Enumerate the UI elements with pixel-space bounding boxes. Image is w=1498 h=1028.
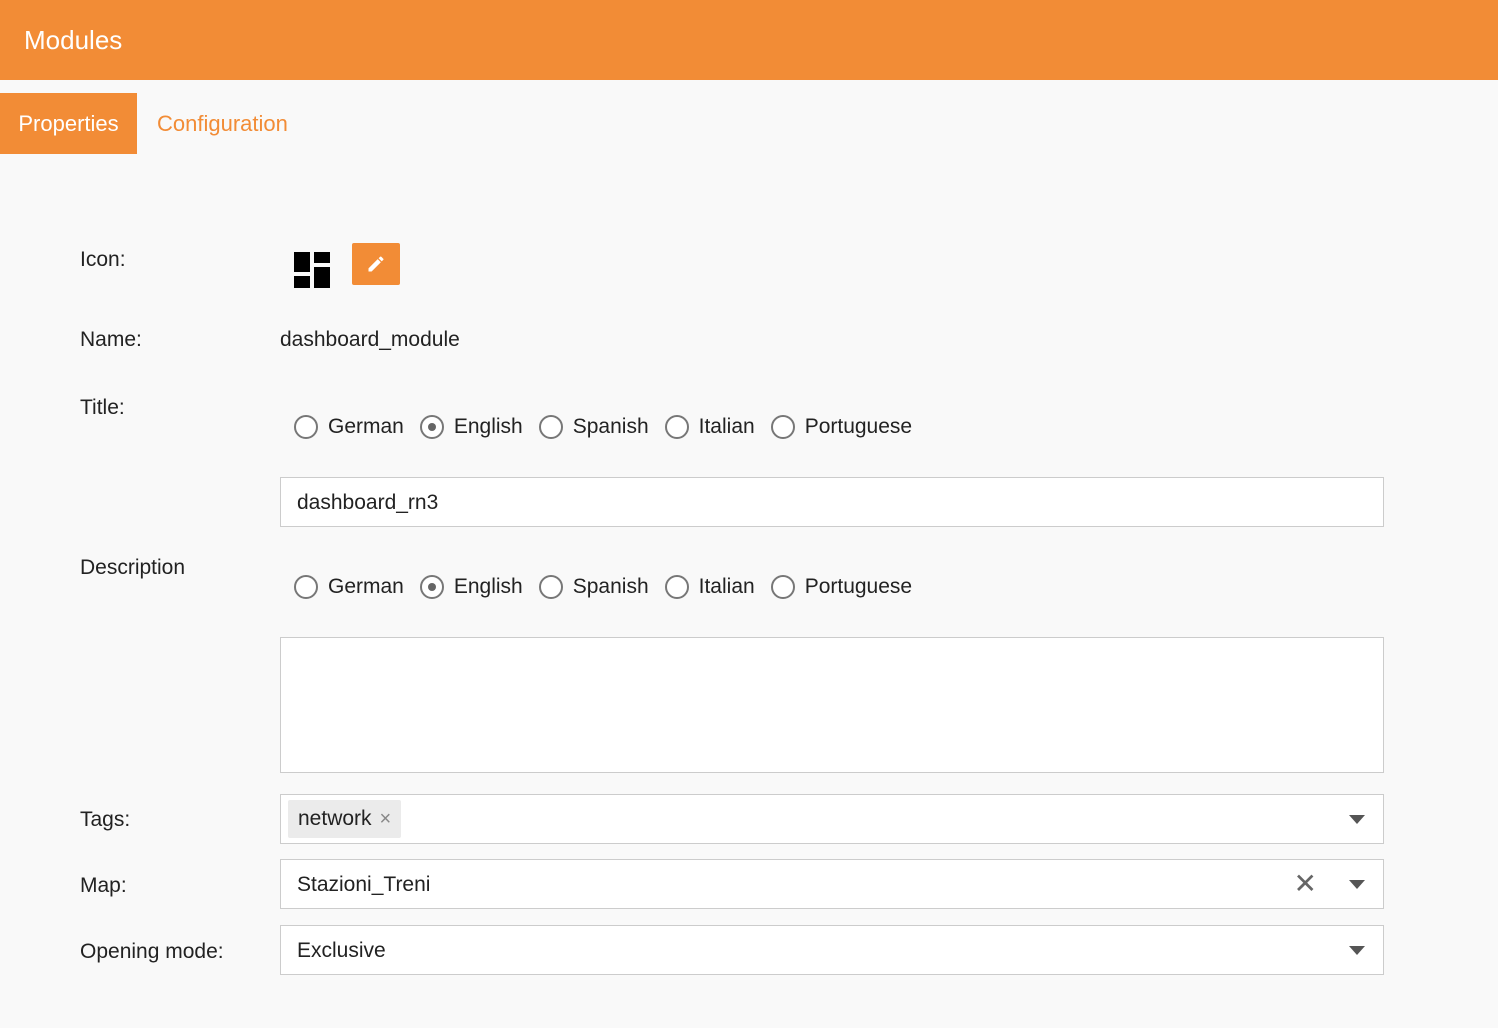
dashboard-icon <box>294 252 330 288</box>
title-label: Title: <box>80 396 125 419</box>
radio-label: Portuguese <box>804 415 913 438</box>
pencil-icon <box>368 256 384 272</box>
map-select-value: Stazioni_Treni <box>297 873 431 896</box>
title-radio-italian[interactable]: Italian <box>664 415 755 439</box>
radio-label: German <box>328 415 404 438</box>
radio-label: English <box>453 575 523 598</box>
radio-circle[interactable] <box>419 415 444 439</box>
icon-label: Icon: <box>80 248 126 271</box>
page-title: Modules <box>24 25 123 55</box>
radio-label: Spanish <box>572 415 649 438</box>
title-radio-portuguese[interactable]: Portuguese <box>770 415 913 439</box>
tag-chip-label: network <box>298 807 372 830</box>
radio-circle[interactable] <box>419 575 444 599</box>
app-header: Modules <box>0 0 1498 80</box>
radio-circle[interactable] <box>770 415 795 439</box>
name-value: dashboard_module <box>280 328 460 351</box>
tab-properties[interactable]: Properties <box>0 93 137 154</box>
radio-label: Spanish <box>572 575 649 598</box>
tags-select[interactable]: network × <box>280 794 1384 844</box>
tab-configuration[interactable]: Configuration <box>157 93 288 154</box>
description-radio-italian[interactable]: Italian <box>664 575 755 599</box>
title-radio-german[interactable]: German <box>294 415 404 439</box>
chevron-down-icon[interactable] <box>1349 880 1365 889</box>
description-label: Description <box>80 556 186 579</box>
opening-mode-select[interactable]: Exclusive <box>280 925 1384 975</box>
title-radio-spanish[interactable]: Spanish <box>538 415 649 439</box>
opening-mode-select-value: Exclusive <box>297 939 386 962</box>
title-radio-english[interactable]: English <box>419 415 523 439</box>
clear-icon[interactable]: ✕ <box>1294 870 1317 898</box>
radio-circle[interactable] <box>664 575 689 599</box>
description-radio-english[interactable]: English <box>419 575 523 599</box>
title-language-radios: German English Spanish Italian Portuguese <box>294 412 928 442</box>
title-input-value: dashboard_rn3 <box>297 491 439 514</box>
title-input[interactable]: dashboard_rn3 <box>280 477 1384 527</box>
radio-circle[interactable] <box>294 415 318 439</box>
radio-label: English <box>453 415 523 438</box>
radio-circle[interactable] <box>770 575 795 599</box>
radio-label: Portuguese <box>804 575 913 598</box>
radio-label: Italian <box>698 415 755 438</box>
map-select[interactable]: Stazioni_Treni ✕ <box>280 859 1384 909</box>
tag-remove-icon[interactable]: × <box>380 809 392 829</box>
radio-circle[interactable] <box>538 415 563 439</box>
map-label: Map: <box>80 874 127 897</box>
radio-circle[interactable] <box>294 575 318 599</box>
chevron-down-icon[interactable] <box>1349 815 1365 824</box>
radio-circle[interactable] <box>538 575 563 599</box>
description-language-radios: German English Spanish Italian Portuguese <box>294 572 928 602</box>
radio-label: Italian <box>698 575 755 598</box>
description-radio-portuguese[interactable]: Portuguese <box>770 575 913 599</box>
edit-icon-button[interactable] <box>352 243 400 285</box>
chevron-down-icon[interactable] <box>1349 946 1365 955</box>
tag-chip: network × <box>288 800 402 838</box>
radio-label: German <box>328 575 404 598</box>
description-textarea[interactable] <box>280 637 1384 773</box>
name-label: Name: <box>80 328 142 351</box>
opening-mode-label: Opening mode: <box>80 940 224 963</box>
radio-circle[interactable] <box>664 415 689 439</box>
description-radio-spanish[interactable]: Spanish <box>538 575 649 599</box>
description-radio-german[interactable]: German <box>294 575 404 599</box>
tags-label: Tags: <box>80 808 131 831</box>
